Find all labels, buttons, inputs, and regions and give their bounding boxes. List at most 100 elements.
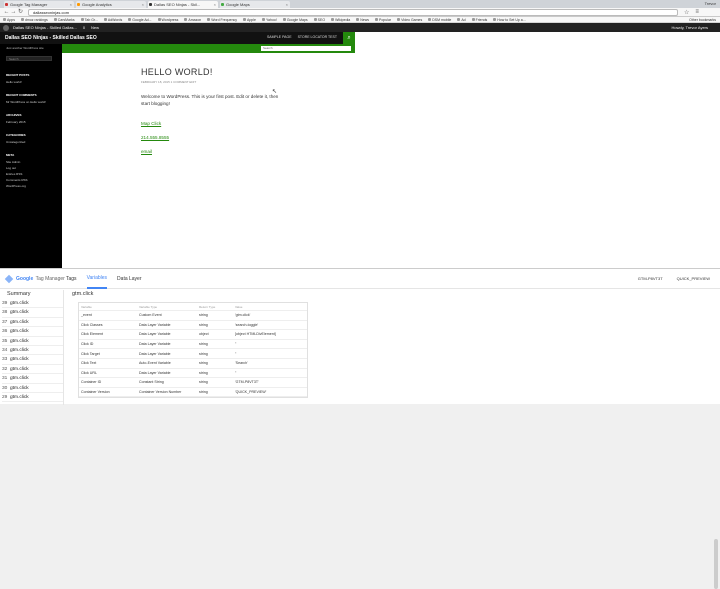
table-row: _event Custom Event string'gtm.click' xyxy=(79,311,307,321)
event-item[interactable]: 37 gtm.click xyxy=(2,318,63,328)
bookmark-icon xyxy=(313,18,317,21)
star-icon[interactable]: ☆ xyxy=(684,9,689,16)
bookmark[interactable]: dmoz rankings xyxy=(20,18,48,22)
bookmark[interactable]: Yahoo! xyxy=(261,18,277,22)
bookmark[interactable]: Apps xyxy=(3,18,15,22)
gtm-header: Google Tag Manager Tags Variables Data L… xyxy=(0,269,720,289)
recent-post-link[interactable]: Hello world! xyxy=(6,80,56,84)
bookmark[interactable]: Amazon xyxy=(184,18,201,22)
event-item[interactable]: 36 gtm.click xyxy=(2,327,63,337)
admin-bar-site[interactable]: Dallas SEO Ninjas - Skilled Dallas... xyxy=(13,25,77,30)
forward-icon[interactable]: → xyxy=(10,9,17,16)
tab-data-layer[interactable]: Data Layer xyxy=(117,270,141,288)
close-tab-icon[interactable]: × xyxy=(70,1,72,8)
browser-tab[interactable]: Google Tag Manager × xyxy=(4,1,74,8)
bookmark[interactable]: Tab Gr... xyxy=(80,18,98,22)
browser-tab[interactable]: Dallas SEO Ninjas - Skil... × xyxy=(148,1,218,8)
admin-bar-comments[interactable]: 0 xyxy=(83,25,85,30)
bookmark[interactable]: News xyxy=(356,18,369,22)
bookmark[interactable]: How to Set Up a... xyxy=(493,18,526,22)
post-meta: FEBRUARY 18, 2015 1 COMMENT EDIT xyxy=(141,80,197,84)
table-header-row: Variable Variable Type Return Type Value xyxy=(79,303,307,311)
meta-link[interactable]: WordPress.org xyxy=(6,184,56,188)
other-bookmarks[interactable]: Other bookmarks xyxy=(689,18,716,22)
browser-tab[interactable]: Google Analytics × xyxy=(76,1,146,8)
variables-table: Variable Variable Type Return Type Value… xyxy=(78,302,308,399)
bookmark[interactable]: Word Frequency xyxy=(207,18,237,22)
bookmark[interactable]: AdWords xyxy=(103,18,122,22)
archive-link[interactable]: February 2015 xyxy=(6,120,56,124)
summary-heading[interactable]: Summary xyxy=(2,291,63,297)
panel-scrollbar[interactable] xyxy=(714,539,718,589)
gtm-logo: Google Tag Manager xyxy=(0,274,66,283)
bookmark-icon xyxy=(282,18,286,21)
browser-tab[interactable]: Google Maps × xyxy=(220,1,290,8)
meta-link[interactable]: Site Admin xyxy=(6,160,56,164)
bookmark[interactable]: Apple xyxy=(243,18,256,22)
tab-tags[interactable]: Tags xyxy=(66,270,77,288)
search-toggle-icon[interactable]: ⌕ xyxy=(343,32,355,44)
meta-link[interactable]: Log out xyxy=(6,166,56,170)
table-row: Click Target Data Layer Variable string '' xyxy=(79,349,307,359)
bookmark-icon xyxy=(103,18,107,21)
reload-icon[interactable]: ↻ xyxy=(17,9,24,16)
event-item[interactable]: 29 gtm.click xyxy=(2,393,63,403)
close-tab-icon[interactable]: × xyxy=(214,1,216,8)
bookmark[interactable]: Ad xyxy=(457,18,466,22)
event-item[interactable]: 34 gtm.click xyxy=(2,346,63,356)
recent-comment-link[interactable]: Mr WordPress on Hello world! xyxy=(6,100,56,104)
bookmark[interactable]: Video Games xyxy=(397,18,422,22)
meta-link[interactable]: Comments RSS xyxy=(6,178,56,182)
wp-admin-bar: Dallas SEO Ninjas - Skilled Dallas... 0 … xyxy=(0,23,720,32)
nav-sample-page[interactable]: SAMPLE PAGE xyxy=(267,35,292,39)
menu-icon[interactable]: ≡ xyxy=(695,9,699,15)
admin-bar-new[interactable]: New xyxy=(91,25,99,30)
gtm-header-right: GTM-P8VT3T QUICK_PREVIEW xyxy=(624,276,710,281)
email-link[interactable]: email xyxy=(141,149,361,154)
bookmark[interactable]: SEO xyxy=(313,18,325,22)
event-item[interactable]: 39 gtm.click xyxy=(2,299,63,309)
close-tab-icon[interactable]: × xyxy=(142,1,144,8)
search-input[interactable]: Search xyxy=(261,46,351,51)
sidebar-search-input[interactable]: Search xyxy=(6,56,52,61)
phone-link[interactable]: 214.555.8555 xyxy=(141,135,361,140)
variables-detail: gtm.click Variable Variable Type Return … xyxy=(72,291,312,399)
nav-store-locator[interactable]: STORE LOCATOR TEST xyxy=(298,35,337,39)
browser-user-chip[interactable]: Trevor xyxy=(705,1,716,6)
event-item[interactable]: 38 gtm.click xyxy=(2,308,63,318)
meta-link[interactable]: Entries RSS xyxy=(6,172,56,176)
browser-tab-strip: Google Tag Manager × Google Analytics × Da… xyxy=(0,0,720,8)
address-bar[interactable]: dallasseoninjas.com xyxy=(28,8,678,16)
table-row: Click ID Data Layer Variable string '' xyxy=(79,340,307,350)
bookmark[interactable]: CarsMarks xyxy=(53,18,75,22)
tab-favicon-icon xyxy=(221,3,224,6)
post-title[interactable]: HELLO WORLD! xyxy=(141,67,361,77)
browser-toolbar: ← → ↻ dallasseoninjas.com ☆ ≡ xyxy=(0,8,720,17)
bookmark-icon xyxy=(157,18,161,21)
admin-bar-howdy[interactable]: Howdy, Trevor Ayers xyxy=(671,25,708,30)
back-icon[interactable]: ← xyxy=(3,9,10,16)
table-row: Click Text Auto-Event Variable string 'Sear… xyxy=(79,359,307,369)
site-title[interactable]: Dallas SEO Ninjas - Skilled Dallas SEO xyxy=(0,35,97,41)
bookmark[interactable]: Friends xyxy=(471,18,487,22)
bookmark[interactable]: DSM mobile xyxy=(428,18,451,22)
event-item[interactable]: 30 gtm.click xyxy=(2,384,63,393)
close-tab-icon[interactable]: × xyxy=(286,1,288,8)
event-item[interactable]: 32 gtm.click xyxy=(2,365,63,375)
event-item[interactable]: 31 gtm.click xyxy=(2,374,63,384)
wordpress-logo-icon[interactable] xyxy=(3,24,9,31)
bookmark[interactable]: Google Maps xyxy=(282,18,308,22)
map-click-link[interactable]: Map Click xyxy=(141,121,361,126)
bookmark[interactable]: Google Ad... xyxy=(128,18,152,22)
bookmark[interactable]: Wikipedia xyxy=(331,18,350,22)
event-item[interactable]: 33 gtm.click xyxy=(2,355,63,365)
bookmark-icon xyxy=(375,18,379,21)
widget-heading: RECENT POSTS xyxy=(6,73,30,77)
tab-variables[interactable]: Variables xyxy=(86,269,108,289)
category-link[interactable]: Uncategorized xyxy=(6,140,56,144)
site-header: Dallas SEO Ninjas - Skilled Dallas SEO S… xyxy=(0,32,355,44)
bookmark[interactable]: Popular xyxy=(375,18,391,22)
bookmark-icon xyxy=(457,18,461,21)
bookmark[interactable]: Wordpress xyxy=(157,18,178,22)
event-item[interactable]: 35 gtm.click xyxy=(2,337,63,346)
